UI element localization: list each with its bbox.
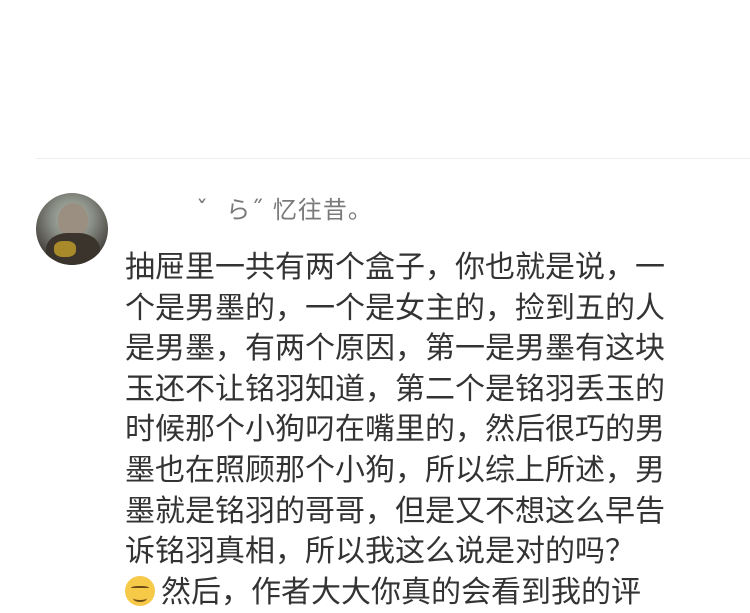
comment-line: 是男墨，有两个原因，第一是男墨有这块 bbox=[125, 331, 665, 367]
comment-line: 墨就是铭羽的哥哥，但是又不想这么早告 bbox=[125, 493, 665, 529]
comment-line: 个是男墨的，一个是女主的，捡到五的人 bbox=[125, 290, 665, 326]
divider bbox=[36, 158, 750, 159]
user-avatar[interactable] bbox=[36, 193, 108, 265]
comment-line: 玉还不让铭羽知道，第二个是铭羽丢玉的 bbox=[125, 371, 665, 407]
avatar-accent bbox=[54, 241, 76, 257]
comment-line: 时候那个小狗叼在嘴里的，然后很巧的男 bbox=[125, 412, 665, 448]
comment-line-last: 然后，作者大大你真的会看到我的评 bbox=[125, 573, 725, 613]
comment-line: 诉铭羽真相，所以我这么说是对的吗？ bbox=[125, 534, 635, 570]
smirk-emoji-icon bbox=[125, 575, 155, 606]
avatar-head bbox=[58, 203, 88, 237]
blank-area bbox=[0, 0, 750, 158]
comment-line: 墨也在照顾那个小狗，所以综上所述，男 bbox=[125, 452, 665, 488]
comment-line: 然后，作者大大你真的会看到我的评 bbox=[161, 574, 641, 610]
comment-text: 抽屉里一共有两个盒子，你也就是说，一 个是男墨的，一个是女主的，捡到五的人 是男… bbox=[125, 248, 725, 613]
comment-username[interactable]: ˇ ら˝ 忆往昔。 bbox=[196, 194, 373, 226]
comment-line: 抽屉里一共有两个盒子，你也就是说，一 bbox=[125, 250, 665, 285]
